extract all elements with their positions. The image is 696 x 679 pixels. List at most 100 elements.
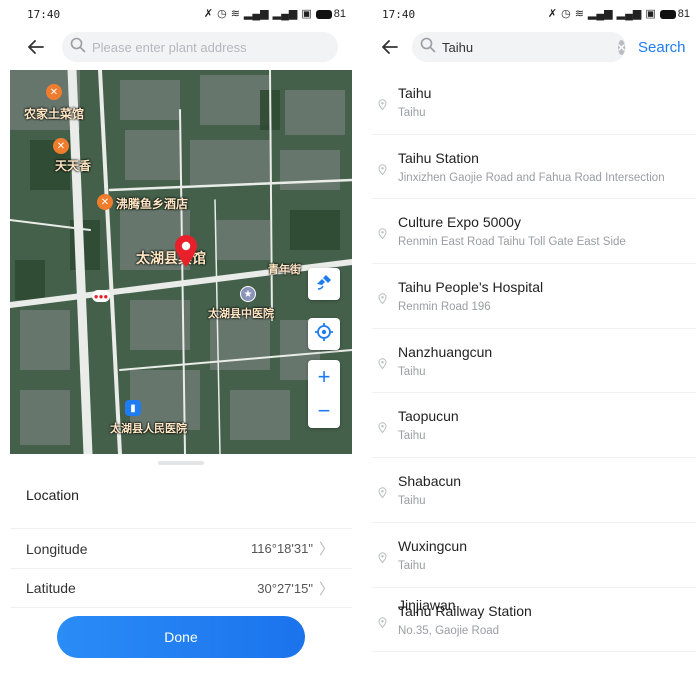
- result-address: Taihu: [398, 495, 426, 508]
- status-bar: 17:40 ✗ ◷ ≋ ▂▄▆ ▂▄▆ ▣ 81: [372, 0, 696, 28]
- signal-icon-2: ▂▄▆: [616, 7, 642, 20]
- chevron-right-icon: 〉: [318, 541, 334, 558]
- result-name: Taihu Station: [398, 149, 479, 166]
- clear-icon[interactable]: [618, 39, 625, 55]
- back-arrow-icon[interactable]: [24, 35, 48, 59]
- location-marker-icon: [378, 485, 387, 503]
- result-name: Taopucun: [398, 408, 459, 425]
- result-name: Taihu: [398, 85, 432, 101]
- restaurant-poi-icon-3[interactable]: ✕: [97, 194, 113, 210]
- list-item[interactable]: Shabacun Taihu: [372, 458, 696, 523]
- result-address: Taihu: [398, 107, 426, 119]
- map-label-tcm-hospital: 太湖县中医院: [208, 308, 274, 320]
- restaurant-poi-icon[interactable]: ✕: [46, 84, 62, 100]
- search-button[interactable]: Search: [638, 39, 686, 56]
- map-label-peoples-hospital: 太湖县人民医院: [110, 423, 187, 435]
- search-input[interactable]: [92, 34, 330, 60]
- alarm-icon: ◷: [561, 7, 571, 20]
- map-label-tiantianxiang: 天天香: [55, 159, 92, 173]
- restaurant-poi-icon-2[interactable]: ✕: [53, 138, 69, 154]
- result-address: Jinxizhen Gaojie Road and Fahua Road Int…: [398, 171, 665, 184]
- star-poi-icon[interactable]: ★: [240, 286, 256, 302]
- latitude-label: Latitude: [26, 580, 76, 596]
- battery-level: 81: [677, 8, 690, 20]
- minus-icon: −: [317, 398, 331, 423]
- zoom-out-button[interactable]: −: [308, 394, 340, 428]
- location-marker-icon: [378, 356, 387, 374]
- wifi-icon: ≋: [230, 7, 240, 20]
- search-field[interactable]: [412, 32, 626, 62]
- mute-icon: ✗: [547, 7, 558, 20]
- result-address: No.35, Gaojie Road: [398, 624, 500, 637]
- nfc-icon: ▣: [645, 7, 656, 20]
- battery-icon: 81: [315, 8, 346, 20]
- result-name: Nanzhuangcun: [398, 343, 493, 360]
- signal-icon-2: ▂▄▆: [272, 7, 298, 20]
- location-marker-icon: [378, 550, 387, 568]
- zoom-in-button[interactable]: +: [308, 360, 340, 394]
- chevron-right-icon: 〉: [318, 580, 334, 598]
- location-marker-icon: [378, 97, 387, 115]
- search-field[interactable]: [62, 32, 338, 62]
- zoom-controls: + −: [308, 360, 340, 428]
- wifi-icon: ≋: [574, 7, 584, 20]
- map-label-feiteng: 沸腾鱼乡酒店: [116, 197, 189, 211]
- search-bar: Search: [372, 28, 696, 66]
- hospital-poi-icon[interactable]: ▮: [125, 400, 141, 416]
- status-time: 17:40: [27, 7, 61, 21]
- result-name: Culture Expo 5000y: [398, 214, 521, 231]
- latitude-row[interactable]: Latitude 30°27'15" 〉: [10, 568, 352, 608]
- list-item[interactable]: Nanzhuangcun Taihu: [372, 329, 696, 394]
- map-label-street: 青年街: [268, 264, 301, 276]
- list-item[interactable]: Taihu People's Hospital Renmin Road 196: [372, 264, 696, 329]
- signal-icon: ▂▄▆: [243, 7, 269, 20]
- result-name: Wuxingcun: [398, 537, 468, 554]
- map-picker-screen: 17:40 ✗ ◷ ≋ ▂▄▆ ▂▄▆ ▣ 81 Please enter pl…: [10, 0, 352, 679]
- signal-icon: ▂▄▆: [587, 7, 613, 20]
- location-marker-icon: [378, 291, 387, 309]
- location-marker-icon: [378, 226, 387, 244]
- result-name: Shabacun: [398, 473, 462, 490]
- search-bar: [10, 28, 352, 66]
- list-item[interactable]: Culture Expo 5000y Renmin East Road Taihu…: [372, 199, 696, 265]
- status-bar: 17:40 ✗ ◷ ≋ ▂▄▆ ▂▄▆ ▣ 81: [10, 0, 352, 28]
- plus-icon: +: [317, 364, 331, 389]
- locate-me-button[interactable]: [308, 318, 340, 350]
- longitude-value: 116°18'31": [251, 541, 313, 556]
- result-name: Taihu People's Hospital: [398, 279, 544, 296]
- list-item[interactable]: Taihu Taihu: [372, 70, 696, 135]
- results-list: Taihu Taihu Taihu Station Jinxizhen Gaojie …: [372, 70, 696, 653]
- location-pin-icon: [173, 234, 199, 273]
- result-address: Taihu: [398, 430, 426, 443]
- status-time: 17:40: [382, 7, 416, 21]
- sheet-title: Location: [26, 487, 79, 503]
- location-marker-icon: [378, 162, 387, 180]
- done-button[interactable]: Done: [57, 616, 305, 658]
- crosshair-icon: [314, 322, 334, 347]
- result-address: Taihu: [398, 559, 426, 572]
- location-marker-icon: [378, 420, 387, 438]
- list-item[interactable]: Taopucun Taihu: [372, 393, 696, 459]
- location-marker-icon: [378, 615, 387, 633]
- search-results-screen: 17:40 ✗ ◷ ≋ ▂▄▆ ▂▄▆ ▣ 81 Search Tai: [372, 0, 696, 679]
- traffic-light-icon: ●●●: [92, 290, 110, 302]
- longitude-label: Longitude: [26, 540, 88, 557]
- map-label-restaurant: 农家土菜馆: [24, 107, 85, 121]
- search-icon: [420, 37, 436, 58]
- satellite-layer-icon: [314, 272, 334, 297]
- latitude-value: 30°27'15": [257, 580, 313, 596]
- layer-switch-button[interactable]: [308, 268, 340, 300]
- longitude-row[interactable]: Longitude 116°18'31" 〉: [10, 528, 352, 568]
- map-view[interactable]: ✕ 农家土菜馆 ✕ 天天香 ✕ 沸腾鱼乡酒店 太湖县宾馆 青年街 ★ 太湖县中医…: [10, 70, 352, 454]
- alarm-icon: ◷: [217, 7, 227, 20]
- location-sheet: Location Longitude 116°18'31" 〉 Latitude …: [10, 454, 352, 679]
- search-input[interactable]: [442, 34, 618, 60]
- battery-icon: 81: [659, 8, 690, 20]
- battery-level: 81: [333, 8, 346, 20]
- result-address: Renmin Road 196: [398, 301, 491, 314]
- search-icon: [70, 37, 86, 58]
- list-item[interactable]: Taihu Station Jinxizhen Gaojie Road and F…: [372, 135, 696, 200]
- list-item[interactable]: Wuxingcun Taihu: [372, 523, 696, 588]
- partial-result-name[interactable]: Jinjiawan: [398, 597, 456, 613]
- back-arrow-icon[interactable]: [378, 35, 402, 59]
